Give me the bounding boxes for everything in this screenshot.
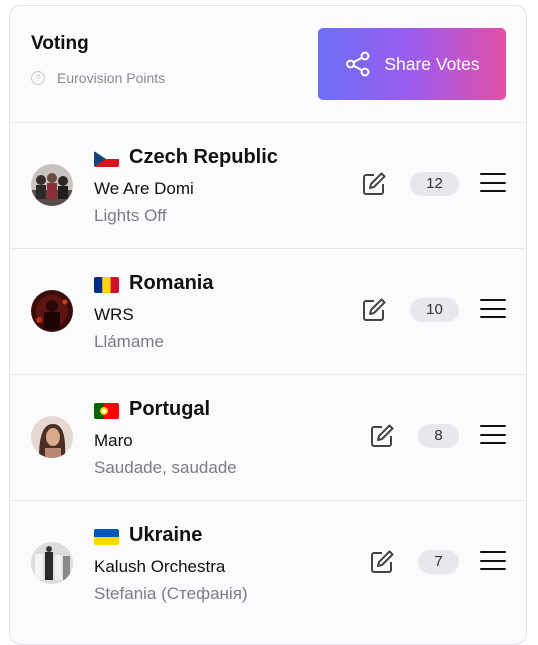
share-votes-button[interactable]: Share Votes xyxy=(318,28,506,100)
avatar xyxy=(31,164,73,206)
flag-ua-icon xyxy=(94,529,119,545)
voting-card: Voting ? Eurovision Points Share Votes C… xyxy=(9,5,527,645)
points-badge: 10 xyxy=(410,298,459,322)
edit-icon[interactable] xyxy=(360,296,388,324)
song-title: Llámame xyxy=(94,332,164,351)
country-name: Portugal xyxy=(129,398,211,420)
song-title: Lights Off xyxy=(94,206,167,225)
share-icon xyxy=(346,51,370,77)
artist-name: WRS xyxy=(94,305,134,324)
edit-icon[interactable] xyxy=(368,548,396,576)
drag-handle-icon[interactable] xyxy=(480,299,506,319)
avatar xyxy=(31,290,73,332)
song-title: Saudade, saudade xyxy=(94,458,237,477)
entry-list: Czech Republic We Are Domi Lights Off 12 xyxy=(10,122,526,626)
subtitle-label: Eurovision Points xyxy=(57,70,166,86)
country-name: Ukraine xyxy=(129,524,203,546)
question-circle-icon[interactable]: ? xyxy=(31,71,45,85)
list-item[interactable]: Portugal Maro Saudade, saudade 8 xyxy=(10,374,526,500)
avatar xyxy=(31,542,73,584)
points-badge: 7 xyxy=(418,550,459,574)
artist-name: Maro xyxy=(94,431,133,450)
artist-name: Kalush Orchestra xyxy=(94,557,226,576)
drag-handle-icon[interactable] xyxy=(480,425,506,445)
edit-icon[interactable] xyxy=(368,422,396,450)
country-name: Czech Republic xyxy=(129,146,278,168)
flag-ro-icon xyxy=(94,277,119,293)
list-item[interactable]: Romania WRS Llámame 10 xyxy=(10,248,526,374)
list-item[interactable]: Ukraine Kalush Orchestra Stefania (Стефа… xyxy=(10,500,526,626)
header: Voting ? Eurovision Points Share Votes xyxy=(10,6,526,122)
artist-name: We Are Domi xyxy=(94,179,194,198)
points-badge: 8 xyxy=(418,424,459,448)
drag-handle-icon[interactable] xyxy=(480,551,506,571)
drag-handle-icon[interactable] xyxy=(480,173,506,193)
edit-icon[interactable] xyxy=(360,170,388,198)
song-title: Stefania (Стефанія) xyxy=(94,584,248,603)
subtitle: ? Eurovision Points xyxy=(31,70,165,86)
flag-pt-icon xyxy=(94,403,119,419)
list-item[interactable]: Czech Republic We Are Domi Lights Off 12 xyxy=(10,122,526,248)
flag-cz-icon xyxy=(94,151,119,167)
share-votes-label: Share Votes xyxy=(384,53,480,74)
points-badge: 12 xyxy=(410,172,459,196)
country-name: Romania xyxy=(129,272,214,294)
avatar xyxy=(31,416,73,458)
page-title: Voting xyxy=(31,33,89,54)
